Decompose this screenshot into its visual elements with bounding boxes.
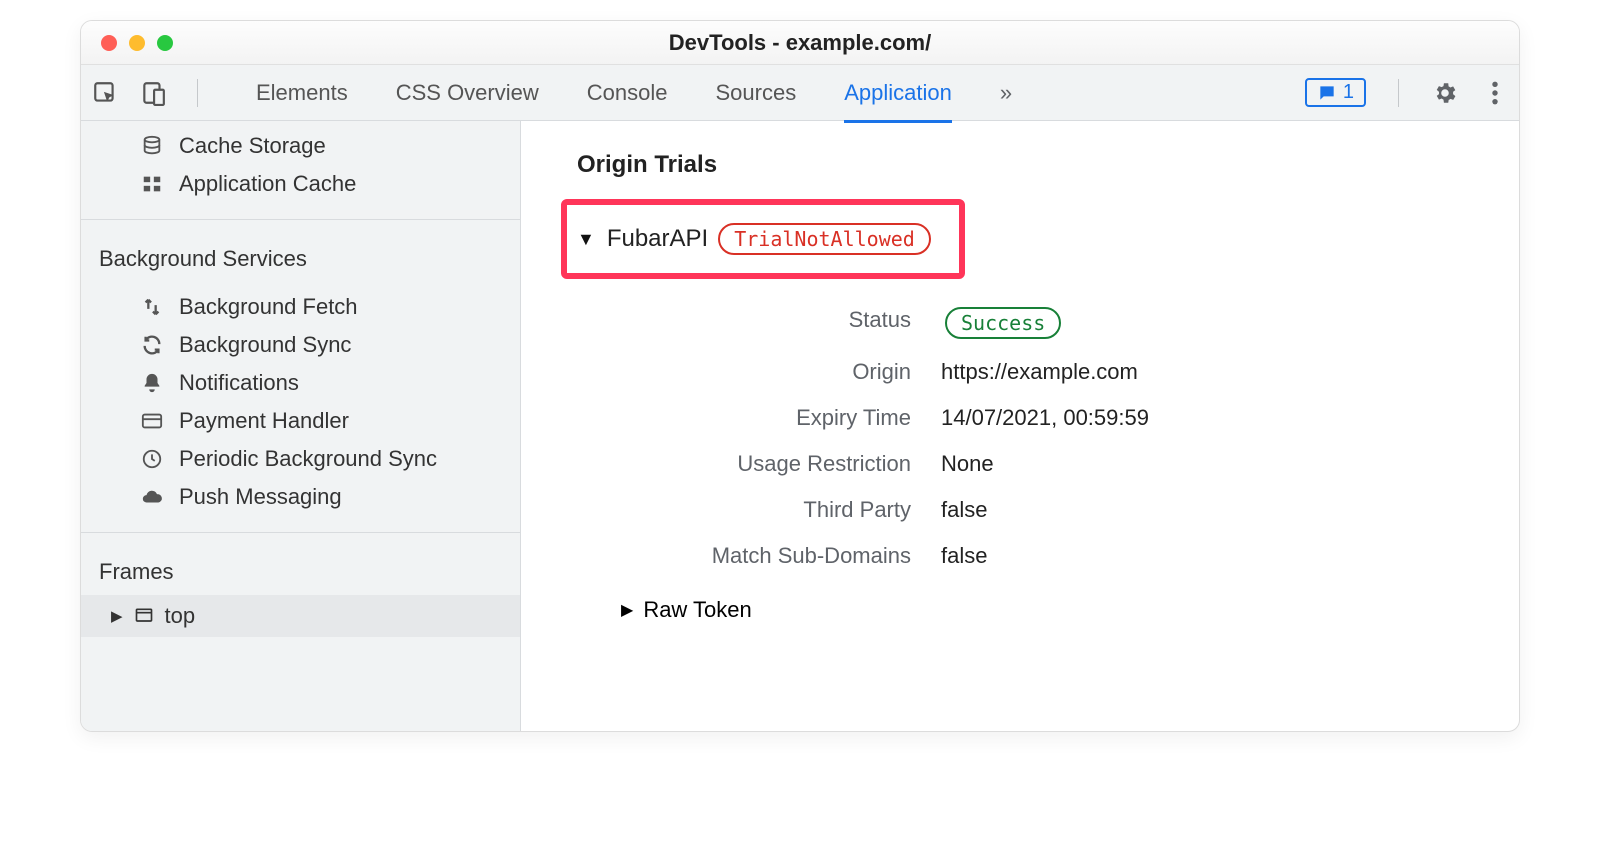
value-origin: https://example.com <box>941 359 1519 385</box>
cloud-icon <box>139 484 165 510</box>
panel-heading: Origin Trials <box>577 151 1519 179</box>
label-origin: Origin <box>591 359 911 385</box>
status-badge-trial-not-allowed: TrialNotAllowed <box>718 223 931 255</box>
minimize-icon[interactable] <box>129 35 145 51</box>
tabbar: Elements CSS Overview Console Sources Ap… <box>81 65 1519 121</box>
settings-icon[interactable] <box>1431 79 1459 107</box>
chevron-down-icon[interactable]: ▼ <box>577 229 595 250</box>
value-expiry: 14/07/2021, 00:59:59 <box>941 405 1519 431</box>
sidebar-item-push-messaging[interactable]: Push Messaging <box>81 478 520 516</box>
raw-token-label: Raw Token <box>643 597 751 623</box>
inspect-icon[interactable] <box>91 79 119 107</box>
panel-body: Cache Storage Application Cache Backgrou… <box>81 121 1519 731</box>
issues-count: 1 <box>1343 81 1354 104</box>
divider <box>81 219 520 220</box>
origin-trial-details: Status Success Origin https://example.co… <box>591 307 1519 569</box>
card-icon <box>139 408 165 434</box>
value-third-party: false <box>941 497 1519 523</box>
tabs: Elements CSS Overview Console Sources Ap… <box>256 68 1012 118</box>
status-badge-success: Success <box>945 307 1061 339</box>
bell-icon <box>139 370 165 396</box>
tab-console[interactable]: Console <box>587 68 668 118</box>
sidebar-item-background-fetch[interactable]: Background Fetch <box>81 288 520 326</box>
label-match-sub: Match Sub-Domains <box>591 543 911 569</box>
devtools-window: DevTools - example.com/ Elements CSS Ove… <box>80 20 1520 732</box>
sidebar-item-application-cache[interactable]: Application Cache <box>81 165 520 203</box>
raw-token-row[interactable]: ▶ Raw Token <box>621 597 1519 623</box>
sidebar-item-label: Application Cache <box>179 171 356 197</box>
frames-top-label: top <box>165 603 196 629</box>
sidebar-item-frames-top[interactable]: ▶ top <box>81 595 520 637</box>
sidebar-item-label: Background Sync <box>179 332 351 358</box>
sidebar-item-label: Notifications <box>179 370 299 396</box>
sidebar-bg-group: Background Fetch Background Sync Notific… <box>81 282 520 522</box>
chevron-right-icon: ▶ <box>621 600 633 620</box>
label-usage: Usage Restriction <box>591 451 911 477</box>
device-toggle-icon[interactable] <box>139 79 167 107</box>
sidebar-header-frames: Frames <box>81 545 520 595</box>
sidebar-item-label: Cache Storage <box>179 133 326 159</box>
maximize-icon[interactable] <box>157 35 173 51</box>
tab-elements[interactable]: Elements <box>256 68 348 118</box>
value-match-sub: false <box>941 543 1519 569</box>
sidebar-item-payment-handler[interactable]: Payment Handler <box>81 402 520 440</box>
window-title: DevTools - example.com/ <box>669 30 931 56</box>
sidebar-item-notifications[interactable]: Notifications <box>81 364 520 402</box>
sidebar-item-label: Push Messaging <box>179 484 342 510</box>
sidebar-item-periodic-sync[interactable]: Periodic Background Sync <box>81 440 520 478</box>
updown-icon <box>139 294 165 320</box>
label-status: Status <box>591 307 911 339</box>
database-icon <box>139 133 165 159</box>
application-sidebar: Cache Storage Application Cache Backgrou… <box>81 121 521 731</box>
sidebar-item-cache-storage[interactable]: Cache Storage <box>81 127 520 165</box>
issues-badge[interactable]: 1 <box>1305 78 1366 107</box>
divider <box>197 79 198 107</box>
sidebar-header-bg: Background Services <box>81 232 520 282</box>
sidebar-item-label: Payment Handler <box>179 408 349 434</box>
sidebar-item-label: Background Fetch <box>179 294 358 320</box>
tabbar-right: 1 <box>1305 78 1509 107</box>
sidebar-item-label: Periodic Background Sync <box>179 446 437 472</box>
tabs-overflow[interactable]: » <box>1000 68 1012 118</box>
origin-trials-panel: Origin Trials ▼ FubarAPI TrialNotAllowed… <box>521 121 1519 731</box>
origin-trial-name: FubarAPI <box>607 225 708 253</box>
divider <box>81 532 520 533</box>
value-status: Success <box>941 307 1519 339</box>
sync-icon <box>139 332 165 358</box>
tab-css-overview[interactable]: CSS Overview <box>396 68 539 118</box>
value-usage: None <box>941 451 1519 477</box>
titlebar: DevTools - example.com/ <box>81 21 1519 65</box>
clock-icon <box>139 446 165 472</box>
divider <box>1398 79 1399 107</box>
close-icon[interactable] <box>101 35 117 51</box>
more-icon[interactable] <box>1481 79 1509 107</box>
grid-icon <box>139 171 165 197</box>
label-third-party: Third Party <box>591 497 911 523</box>
tab-application[interactable]: Application <box>844 68 952 118</box>
chevron-right-icon: ▶ <box>111 607 123 625</box>
sidebar-item-background-sync[interactable]: Background Sync <box>81 326 520 364</box>
frame-icon <box>133 606 155 626</box>
label-expiry: Expiry Time <box>591 405 911 431</box>
tab-sources[interactable]: Sources <box>715 68 796 118</box>
traffic-lights <box>81 35 173 51</box>
tabbar-left: Elements CSS Overview Console Sources Ap… <box>91 68 1012 118</box>
sidebar-cache-group: Cache Storage Application Cache <box>81 121 520 209</box>
origin-trial-row-highlight: ▼ FubarAPI TrialNotAllowed <box>561 199 965 279</box>
